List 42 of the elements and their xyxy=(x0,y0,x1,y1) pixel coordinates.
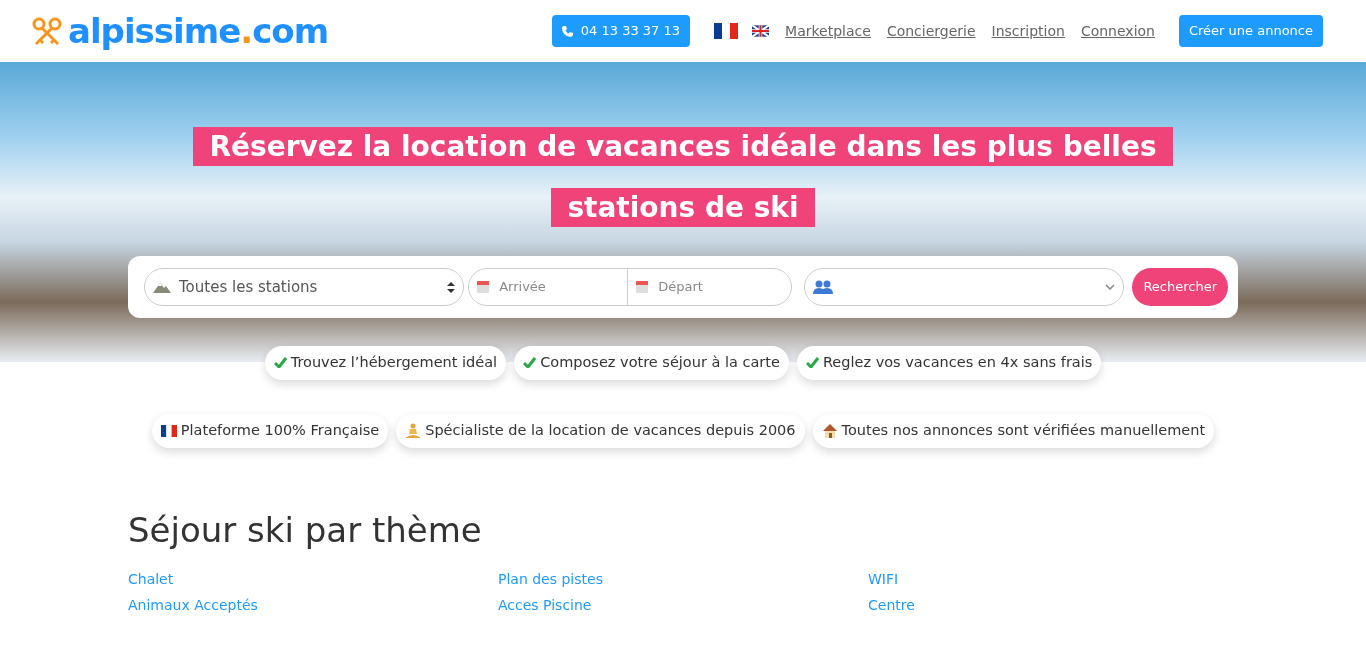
france-flag-icon[interactable] xyxy=(714,22,739,40)
search-button[interactable]: Rechercher xyxy=(1132,268,1228,306)
phone-icon xyxy=(561,25,573,37)
nav-link[interactable]: Inscription xyxy=(991,20,1065,42)
keys-icon xyxy=(30,16,64,46)
hero-title: Réservez la location de vacances idéale dans les plus belles xyxy=(193,127,1173,166)
nav-link[interactable]: Conciergerie xyxy=(886,20,976,42)
mountain-icon xyxy=(153,281,171,293)
nav-link[interactable]: Marketplace xyxy=(785,20,871,42)
departure-date-field[interactable]: Départ xyxy=(656,276,767,298)
highlight-text: Plateforme 100% Française xyxy=(180,420,380,440)
france-flag-icon xyxy=(160,424,177,437)
theme-link[interactable]: Centre xyxy=(868,597,915,614)
house-icon xyxy=(821,422,838,439)
create-listing-button[interactable]: Créer une annonce xyxy=(1179,15,1323,47)
uk-flag-icon[interactable] xyxy=(752,25,770,37)
hero-title: stations de ski xyxy=(551,188,815,227)
sort-arrows-icon xyxy=(447,281,456,293)
arrival-date-field[interactable]: Arrivée xyxy=(497,276,608,298)
section-heading: Séjour ski par thème xyxy=(128,509,483,551)
nav-link[interactable]: Connexion xyxy=(1080,20,1155,42)
phone-button[interactable]: 04 13 33 37 13 xyxy=(551,15,691,47)
station-select[interactable]: Toutes les stations xyxy=(144,268,465,306)
check-icon xyxy=(273,357,287,369)
highlight-text: Toutes nos annonces sont vérifiées manuellement xyxy=(841,420,1206,440)
logo-text[interactable]: alpissime.com xyxy=(68,14,329,48)
highlight-text: Spécialiste de la location de vacances depuis 2006 xyxy=(425,420,796,440)
check-icon xyxy=(805,357,819,369)
people-icon xyxy=(813,280,834,294)
theme-link[interactable]: WIFI xyxy=(868,571,899,588)
check-icon xyxy=(523,357,537,369)
theme-link[interactable]: Plan des pistes xyxy=(498,571,603,588)
theme-link[interactable]: Animaux Acceptés xyxy=(128,597,258,614)
benefit-text: Composez votre séjour à la carte xyxy=(540,353,780,372)
benefit-text: Trouvez l’hébergement idéal xyxy=(290,353,498,372)
theme-link[interactable]: Acces Piscine xyxy=(498,597,592,614)
benefit-text: Reglez vos vacances en 4x sans frais xyxy=(822,353,1093,372)
theme-link[interactable]: Chalet xyxy=(128,571,174,588)
calendar-icon xyxy=(636,281,649,293)
meditating-person-icon xyxy=(405,422,422,439)
calendar-icon xyxy=(477,281,490,293)
chevron-down-icon xyxy=(1105,284,1116,290)
